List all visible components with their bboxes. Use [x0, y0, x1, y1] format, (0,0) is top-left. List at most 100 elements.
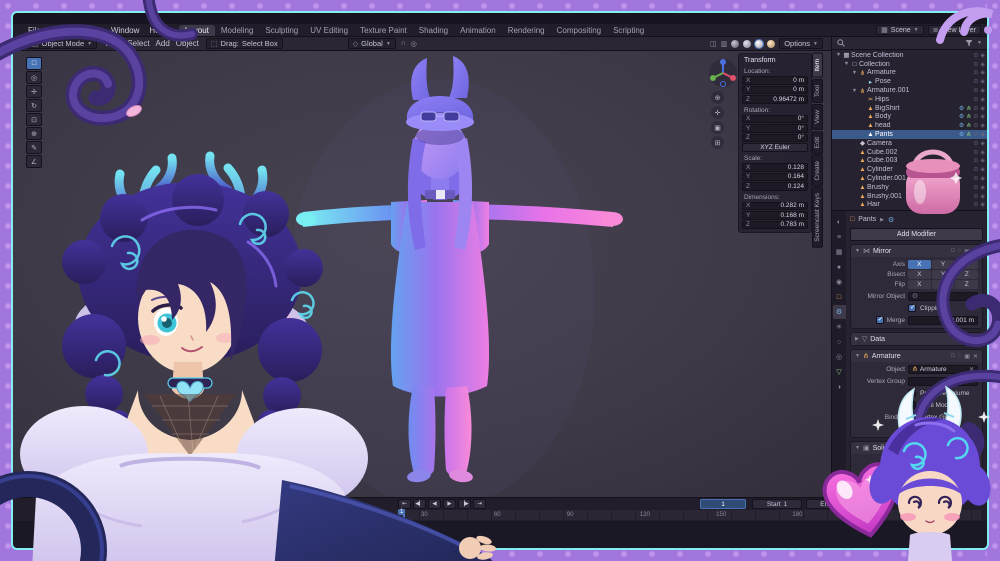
search-icon[interactable]	[837, 39, 845, 47]
eye-icon[interactable]: ⊙	[973, 157, 978, 164]
outliner-row-armature-001[interactable]: ▼ ⋔ Armature.001 ⊙ ◈	[832, 86, 987, 95]
workspace-tab-compositing[interactable]: Compositing	[551, 25, 607, 36]
frame-end-field[interactable]: End 250	[806, 499, 860, 509]
workspace-tab-rendering[interactable]: Rendering	[502, 25, 551, 36]
current-frame-field[interactable]: 1	[700, 499, 746, 509]
merge-value-field[interactable]: 0.001 m	[908, 315, 978, 325]
jump-end-button[interactable]: ⇥	[473, 499, 486, 509]
workspace-tab-layout[interactable]: Layout	[178, 24, 215, 36]
measure-tool[interactable]: ∠	[26, 155, 42, 168]
eye-icon[interactable]: ⊙	[973, 78, 978, 85]
tool-drag-select[interactable]: ⬚ Drag: Select Box	[205, 38, 283, 49]
zoom-icon[interactable]: ⊕	[711, 91, 724, 104]
transform-field-dimensions-y[interactable]: Y 0.168 m	[742, 211, 808, 220]
eye-icon[interactable]: ⊙	[973, 131, 978, 138]
menu-edit[interactable]: Edit	[46, 26, 70, 35]
outliner-row-hips[interactable]: ≍ Hips ⊙ ◈	[832, 95, 987, 104]
rotate-tool[interactable]: ↻	[26, 99, 42, 112]
editmode-toggle-icon[interactable]: □	[951, 248, 955, 254]
properties-tab-output[interactable]: ≡	[833, 230, 846, 244]
orientation-select[interactable]: ◇ Global ▼	[347, 38, 396, 49]
render-visibility-icon[interactable]: ◈	[980, 149, 985, 156]
render-toggle-icon[interactable]: ▣	[964, 353, 970, 360]
data-panel-header[interactable]: ▶ ▽ Data ◌ ▣ ✕	[851, 333, 982, 345]
render-visibility-icon[interactable]: ◈	[980, 157, 985, 164]
options-menu[interactable]: Options ▼	[779, 38, 823, 49]
eye-icon[interactable]: ⊙	[973, 166, 978, 173]
filter-icon[interactable]	[965, 39, 973, 47]
outliner-row-head[interactable]: ▲ head ⚙ ⋔ ⊙ ◈	[832, 121, 987, 130]
render-visibility-icon[interactable]: ◈	[980, 113, 985, 120]
ortho-toggle-icon[interactable]: ⊞	[711, 136, 724, 149]
pan-hand-icon[interactable]: ✛	[711, 106, 724, 119]
outliner-row-hair[interactable]: ▲ Hair ⊙ ◈	[832, 201, 987, 210]
data-modifier-name[interactable]: Data	[870, 336, 885, 343]
expand-icon[interactable]: ▶	[855, 336, 859, 342]
outliner-row-camera[interactable]: ◆ Camera ⊙ ◈	[832, 139, 987, 148]
n-panel-tab-tool[interactable]: Tool	[812, 78, 823, 103]
outliner-row-cube-002[interactable]: ▲ Cube.002 ⊙ ◈	[832, 148, 987, 157]
menu-render[interactable]: Render	[70, 26, 106, 35]
properties-tab-render[interactable]: ◐	[833, 215, 846, 229]
viewport-menu-object[interactable]: Object	[174, 39, 201, 48]
clipping-checkbox[interactable]	[908, 303, 916, 312]
render-visibility-icon[interactable]: ◈	[980, 184, 985, 191]
render-visibility-icon[interactable]: ◈	[980, 105, 985, 112]
eye-icon[interactable]: ⊙	[973, 149, 978, 156]
transform-field-location-y[interactable]: Y0 m	[742, 85, 808, 94]
scene-selector[interactable]: ▦ Scene ▼	[876, 25, 924, 35]
eye-icon[interactable]: ⊙	[973, 105, 978, 112]
vertex-group-field[interactable]: ↔	[908, 376, 978, 386]
frame-start-field[interactable]: Start 1	[752, 499, 802, 509]
vertex-groups-checkbox[interactable]	[908, 412, 916, 421]
n-panel-tab-item[interactable]: Item	[812, 53, 823, 78]
shading-solid-icon[interactable]	[743, 39, 752, 48]
realtime-toggle-icon[interactable]: ◌	[958, 353, 962, 359]
outliner-row-scene-collection[interactable]: ▼ ▦ Scene Collection ⊙ ◈	[832, 51, 987, 60]
render-visibility-icon[interactable]: ◈	[980, 61, 985, 68]
expand-icon[interactable]: ▼	[851, 88, 858, 94]
properties-tab-particles[interactable]: ✳	[833, 320, 846, 334]
mirror-flip-y-toggle[interactable]: Y	[931, 279, 955, 289]
transform-field-rotation-x[interactable]: X 0°	[742, 114, 808, 123]
mirror-flip-z-toggle[interactable]: Z	[955, 279, 979, 289]
expand-icon[interactable]: ▼	[843, 61, 850, 67]
armature-modifier-name[interactable]: Armature	[872, 353, 901, 360]
eye-icon[interactable]: ⊙	[973, 201, 978, 208]
outliner-row-armature[interactable]: ▼ ⋔ Armature ⊙ ◈	[832, 69, 987, 78]
transform-field-rotation-z[interactable]: Z 0°	[742, 133, 808, 142]
mirror-bisect-z-toggle[interactable]: Z	[955, 269, 979, 279]
eye-icon[interactable]: ⊙	[973, 184, 978, 191]
outliner-row-cylinder[interactable]: ▲ Cylinder ⊙ ◈	[832, 165, 987, 174]
mirror-modifier-name[interactable]: Mirror	[873, 248, 891, 255]
realtime-toggle-icon[interactable]: ◌	[958, 336, 962, 342]
mode-select[interactable]: ◩ Object Mode ▼	[27, 38, 98, 49]
n-panel-tab-create[interactable]: Create	[812, 154, 823, 187]
render-visibility-icon[interactable]: ◈	[980, 131, 985, 138]
outliner-row-pants[interactable]: ▲ Pants ⚙ ⋔ ⊙ ◈	[832, 130, 987, 139]
multi-modifier-checkbox[interactable]	[908, 401, 916, 409]
properties-tab-world[interactable]: ◉	[833, 275, 846, 289]
eye-icon[interactable]: ⊙	[973, 193, 978, 200]
mirror-object-field[interactable]: ⊙	[908, 291, 978, 301]
viewport-3d[interactable]: □ ◎ ✛ ↻ ⊡ ⊕ ✎ ∠ ⊕ ✛ ▣ ⊞ Transform Locati…	[13, 51, 831, 497]
eye-icon[interactable]: ⊙	[973, 69, 978, 76]
bone-envelopes-checkbox[interactable]	[908, 425, 916, 433]
expand-icon[interactable]: ▼	[851, 70, 858, 76]
render-visibility-icon[interactable]: ◈	[980, 166, 985, 173]
shading-wireframe-icon[interactable]	[731, 39, 740, 48]
properties-tab-data[interactable]: ▽	[833, 365, 846, 379]
properties-tab-modifiers[interactable]: ⚙	[832, 305, 846, 319]
workspace-tab-animation[interactable]: Animation	[454, 25, 502, 36]
close-icon[interactable]: ✕	[973, 336, 978, 343]
eye-icon[interactable]: ⊙	[973, 175, 978, 182]
render-visibility-icon[interactable]: ◈	[980, 69, 985, 76]
cursor-tool[interactable]: ◎	[26, 71, 42, 84]
viewport-menu-add[interactable]: Add	[154, 39, 172, 48]
proportional-edit-icon[interactable]: ◎	[411, 40, 417, 48]
render-toggle-icon[interactable]: ▣	[964, 445, 970, 452]
invert-icon[interactable]: ↔	[968, 378, 974, 384]
mirror-bisect-y-toggle[interactable]: Y	[931, 269, 955, 279]
realtime-toggle-icon[interactable]: ◌	[958, 248, 962, 254]
eye-icon[interactable]: ⊙	[973, 52, 978, 59]
